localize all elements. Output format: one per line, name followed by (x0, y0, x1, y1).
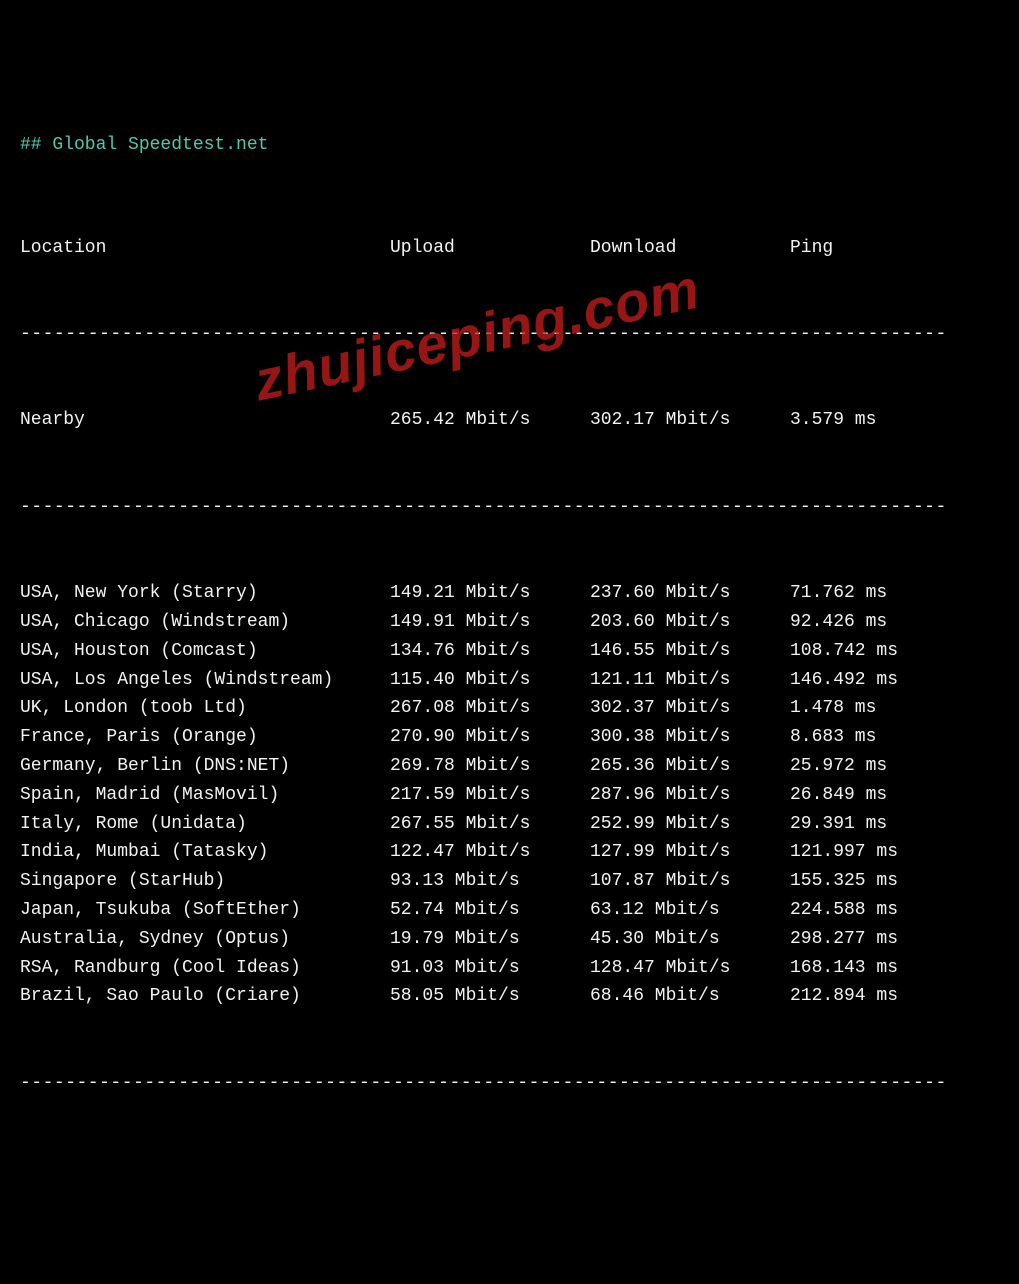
cell-upload: 52.74 Mbit/s (390, 896, 590, 925)
nearby-download: 302.17 Mbit/s (590, 406, 790, 435)
cell-upload: 270.90 Mbit/s (390, 723, 590, 752)
header-location: Location (20, 234, 390, 263)
cell-download: 265.36 Mbit/s (590, 752, 790, 781)
table-header: Location Upload Download Ping (20, 234, 999, 263)
table-row: RSA, Randburg (Cool Ideas)91.03 Mbit/s12… (20, 954, 999, 983)
cell-ping: 168.143 ms (790, 954, 999, 983)
cell-location: USA, Los Angeles (Windstream) (20, 666, 390, 695)
divider-2: ----------------------------------------… (20, 493, 999, 522)
cell-download: 45.30 Mbit/s (590, 925, 790, 954)
cell-download: 287.96 Mbit/s (590, 781, 790, 810)
cell-upload: 93.13 Mbit/s (390, 867, 590, 896)
cell-download: 237.60 Mbit/s (590, 579, 790, 608)
cell-upload: 267.08 Mbit/s (390, 694, 590, 723)
header-upload: Upload (390, 234, 590, 263)
cell-ping: 155.325 ms (790, 867, 999, 896)
cell-ping: 298.277 ms (790, 925, 999, 954)
table-row: USA, Los Angeles (Windstream)115.40 Mbit… (20, 666, 999, 695)
nearby-row: Nearby 265.42 Mbit/s 302.17 Mbit/s 3.579… (20, 406, 999, 435)
cell-download: 128.47 Mbit/s (590, 954, 790, 983)
cell-upload: 19.79 Mbit/s (390, 925, 590, 954)
cell-download: 203.60 Mbit/s (590, 608, 790, 637)
table-row: USA, Chicago (Windstream)149.91 Mbit/s20… (20, 608, 999, 637)
cell-download: 68.46 Mbit/s (590, 982, 790, 1011)
table-row: France, Paris (Orange)270.90 Mbit/s300.3… (20, 723, 999, 752)
cell-download: 121.11 Mbit/s (590, 666, 790, 695)
cell-location: Japan, Tsukuba (SoftEther) (20, 896, 390, 925)
cell-location: India, Mumbai (Tatasky) (20, 838, 390, 867)
data-rows: USA, New York (Starry)149.21 Mbit/s237.6… (20, 579, 999, 1011)
cell-location: UK, London (toob Ltd) (20, 694, 390, 723)
cell-download: 300.38 Mbit/s (590, 723, 790, 752)
cell-upload: 58.05 Mbit/s (390, 982, 590, 1011)
cell-ping: 224.588 ms (790, 896, 999, 925)
cell-download: 302.37 Mbit/s (590, 694, 790, 723)
cell-location: Germany, Berlin (DNS:NET) (20, 752, 390, 781)
cell-download: 107.87 Mbit/s (590, 867, 790, 896)
cell-upload: 267.55 Mbit/s (390, 810, 590, 839)
cell-ping: 26.849 ms (790, 781, 999, 810)
cell-location: Brazil, Sao Paulo (Criare) (20, 982, 390, 1011)
cell-ping: 71.762 ms (790, 579, 999, 608)
table-row: Germany, Berlin (DNS:NET)269.78 Mbit/s26… (20, 752, 999, 781)
cell-location: USA, Houston (Comcast) (20, 637, 390, 666)
table-row: Italy, Rome (Unidata)267.55 Mbit/s252.99… (20, 810, 999, 839)
divider-1: ----------------------------------------… (20, 320, 999, 349)
cell-ping: 92.426 ms (790, 608, 999, 637)
cell-download: 127.99 Mbit/s (590, 838, 790, 867)
cell-location: USA, Chicago (Windstream) (20, 608, 390, 637)
cell-ping: 146.492 ms (790, 666, 999, 695)
cell-download: 63.12 Mbit/s (590, 896, 790, 925)
cell-ping: 212.894 ms (790, 982, 999, 1011)
nearby-upload: 265.42 Mbit/s (390, 406, 590, 435)
cell-location: Singapore (StarHub) (20, 867, 390, 896)
table-row: UK, London (toob Ltd)267.08 Mbit/s302.37… (20, 694, 999, 723)
cell-ping: 1.478 ms (790, 694, 999, 723)
cell-upload: 122.47 Mbit/s (390, 838, 590, 867)
table-row: India, Mumbai (Tatasky)122.47 Mbit/s127.… (20, 838, 999, 867)
cell-location: France, Paris (Orange) (20, 723, 390, 752)
cell-upload: 149.21 Mbit/s (390, 579, 590, 608)
nearby-location: Nearby (20, 406, 390, 435)
cell-upload: 149.91 Mbit/s (390, 608, 590, 637)
table-row: Australia, Sydney (Optus)19.79 Mbit/s45.… (20, 925, 999, 954)
cell-location: USA, New York (Starry) (20, 579, 390, 608)
divider-3: ----------------------------------------… (20, 1069, 999, 1098)
section-title: ## Global Speedtest.net (20, 131, 999, 160)
cell-download: 252.99 Mbit/s (590, 810, 790, 839)
cell-download: 146.55 Mbit/s (590, 637, 790, 666)
cell-upload: 91.03 Mbit/s (390, 954, 590, 983)
cell-location: Spain, Madrid (MasMovil) (20, 781, 390, 810)
table-row: USA, New York (Starry)149.21 Mbit/s237.6… (20, 579, 999, 608)
table-row: Brazil, Sao Paulo (Criare)58.05 Mbit/s68… (20, 982, 999, 1011)
header-download: Download (590, 234, 790, 263)
table-row: USA, Houston (Comcast)134.76 Mbit/s146.5… (20, 637, 999, 666)
header-ping: Ping (790, 234, 999, 263)
cell-ping: 121.997 ms (790, 838, 999, 867)
cell-upload: 269.78 Mbit/s (390, 752, 590, 781)
cell-location: Australia, Sydney (Optus) (20, 925, 390, 954)
cell-location: Italy, Rome (Unidata) (20, 810, 390, 839)
cell-upload: 217.59 Mbit/s (390, 781, 590, 810)
cell-ping: 25.972 ms (790, 752, 999, 781)
table-row: Spain, Madrid (MasMovil)217.59 Mbit/s287… (20, 781, 999, 810)
cell-upload: 115.40 Mbit/s (390, 666, 590, 695)
cell-upload: 134.76 Mbit/s (390, 637, 590, 666)
cell-ping: 108.742 ms (790, 637, 999, 666)
table-row: Japan, Tsukuba (SoftEther)52.74 Mbit/s63… (20, 896, 999, 925)
cell-ping: 29.391 ms (790, 810, 999, 839)
table-row: Singapore (StarHub)93.13 Mbit/s107.87 Mb… (20, 867, 999, 896)
cell-ping: 8.683 ms (790, 723, 999, 752)
nearby-ping: 3.579 ms (790, 406, 999, 435)
cell-location: RSA, Randburg (Cool Ideas) (20, 954, 390, 983)
